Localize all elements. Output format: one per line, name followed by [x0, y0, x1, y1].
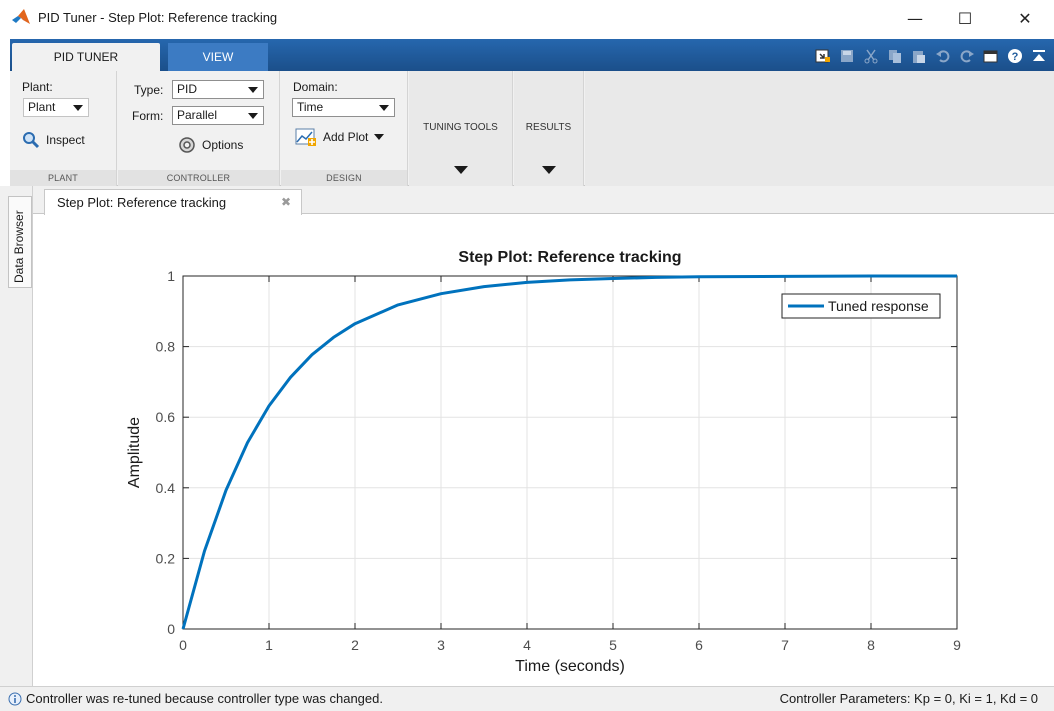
document-tab-step-plot[interactable]: Step Plot: Reference tracking ✖	[44, 189, 302, 215]
quick-access-toolbar: ?	[812, 43, 1054, 69]
status-bar: Controller was re-tuned because controll…	[0, 686, 1054, 711]
results-button[interactable]: RESULTS	[514, 71, 584, 186]
controller-parameters: Controller Parameters: Kp = 0, Ki = 1, K…	[779, 691, 1038, 706]
chart-title: Step Plot: Reference tracking	[458, 249, 681, 266]
domain-dropdown[interactable]: Time	[292, 98, 395, 117]
x-tick-label: 5	[609, 637, 617, 653]
help-icon[interactable]: ?	[1004, 45, 1026, 67]
collapse-ribbon-icon[interactable]	[1028, 45, 1050, 67]
y-tick-label: 0.8	[156, 339, 176, 355]
options-label: Options	[202, 138, 244, 152]
type-dropdown-value: PID	[177, 82, 198, 96]
document-tab-bar: Step Plot: Reference tracking ✖	[0, 186, 1054, 215]
tab-view[interactable]: VIEW	[168, 43, 268, 71]
y-tick-label: 1	[167, 268, 175, 284]
tuning-tools-label: TUNING TOOLS	[423, 122, 498, 133]
x-tick-label: 9	[953, 637, 961, 653]
add-plot-icon	[295, 128, 316, 146]
chevron-down-icon	[248, 87, 258, 93]
y-tick-label: 0.6	[156, 409, 176, 425]
x-tick-label: 2	[351, 637, 359, 653]
x-tick-label: 1	[265, 637, 273, 653]
form-dropdown-value: Parallel	[177, 108, 218, 122]
form-label: Form:	[132, 109, 164, 123]
close-button[interactable]: ✕	[1002, 0, 1048, 36]
x-tick-label: 0	[179, 637, 187, 653]
plant-dropdown[interactable]: Plant	[23, 98, 89, 117]
ribbon-tab-strip: PID TUNER VIEW ?	[10, 39, 1054, 71]
results-label: RESULTS	[525, 122, 572, 133]
ribbon-empty-area	[585, 71, 1054, 186]
magnifier-icon	[23, 132, 40, 149]
import-icon[interactable]	[812, 45, 834, 67]
tuning-tools-button[interactable]: TUNING TOOLS	[409, 71, 513, 186]
x-tick-label: 6	[695, 637, 703, 653]
chevron-down-icon	[73, 105, 83, 111]
status-message-text: Controller was re-tuned because controll…	[26, 691, 383, 706]
paste-icon[interactable]	[908, 45, 930, 67]
design-group: Domain: Time Add Plot DESIGN	[281, 71, 408, 186]
form-dropdown[interactable]: Parallel	[172, 106, 264, 125]
close-tab-icon[interactable]: ✖	[281, 195, 291, 209]
inspect-label: Inspect	[46, 133, 85, 147]
y-tick-label: 0	[167, 621, 175, 637]
options-button[interactable]: Options	[178, 136, 243, 154]
maximize-button[interactable]: ☐	[942, 0, 988, 36]
plant-label: Plant:	[22, 80, 53, 94]
controller-group-label: CONTROLLER	[118, 170, 279, 186]
copy-icon[interactable]	[884, 45, 906, 67]
status-message: Controller was re-tuned because controll…	[8, 691, 383, 706]
svg-text:?: ?	[1012, 51, 1019, 63]
ribbon: Plant: Plant Inspect PLANT Type: PID For…	[10, 71, 1054, 186]
title-bar: PID Tuner - Step Plot: Reference trackin…	[0, 0, 1054, 36]
redo-icon[interactable]	[956, 45, 978, 67]
window-title: PID Tuner - Step Plot: Reference trackin…	[38, 10, 278, 25]
chevron-down-icon	[374, 134, 385, 140]
domain-dropdown-value: Time	[297, 100, 324, 114]
document-tab-label: Step Plot: Reference tracking	[57, 195, 227, 210]
controller-group: Type: PID Form: Parallel Options CONTROL…	[118, 71, 280, 186]
x-tick-label: 3	[437, 637, 445, 653]
x-tick-label: 4	[523, 637, 531, 653]
tab-pid-tuner[interactable]: PID TUNER	[12, 43, 160, 71]
undo-icon[interactable]	[932, 45, 954, 67]
chevron-down-icon	[541, 166, 556, 174]
step-plot-chart[interactable]: 0 1 2 3 4 5 6 7 8 9 0 0.2 0.4 0.6 0.8 1 Step Plot: Refer…	[34, 215, 1054, 686]
data-browser-label: Data Browser	[12, 210, 26, 283]
add-plot-label: Add Plot	[323, 130, 369, 144]
add-plot-button[interactable]: Add Plot	[295, 127, 385, 147]
inspect-button[interactable]: Inspect	[22, 131, 85, 149]
data-browser-tab[interactable]: Data Browser	[8, 196, 32, 288]
type-label: Type:	[134, 83, 164, 97]
plot-background	[183, 276, 957, 629]
chevron-down-icon	[379, 105, 389, 111]
minimize-button[interactable]: —	[892, 0, 938, 36]
save-icon[interactable]	[836, 45, 858, 67]
x-tick-label: 7	[781, 637, 789, 653]
cut-icon[interactable]	[860, 45, 882, 67]
y-tick-label: 0.4	[156, 480, 176, 496]
chevron-down-icon	[248, 113, 258, 119]
x-tick-label: 8	[867, 637, 875, 653]
design-group-label: DESIGN	[281, 170, 407, 186]
info-icon	[8, 692, 22, 705]
plant-group-label: PLANT	[10, 170, 116, 186]
chevron-down-icon	[453, 166, 468, 174]
gear-icon	[179, 137, 195, 153]
legend-label: Tuned response	[828, 298, 929, 314]
plot-area: 0 1 2 3 4 5 6 7 8 9 0 0.2 0.4 0.6 0.8 1 Step Plot: Refer…	[34, 215, 1054, 686]
plant-group: Plant: Plant Inspect PLANT	[10, 71, 117, 186]
matlab-logo-icon	[12, 9, 30, 24]
domain-label: Domain:	[293, 80, 338, 94]
x-axis-label: Time (seconds)	[515, 658, 625, 675]
y-axis-label: Amplitude	[126, 417, 143, 488]
type-dropdown[interactable]: PID	[172, 80, 264, 99]
plant-dropdown-value: Plant	[28, 100, 56, 114]
window-icon[interactable]	[980, 45, 1002, 67]
y-tick-label: 0.2	[156, 550, 176, 566]
